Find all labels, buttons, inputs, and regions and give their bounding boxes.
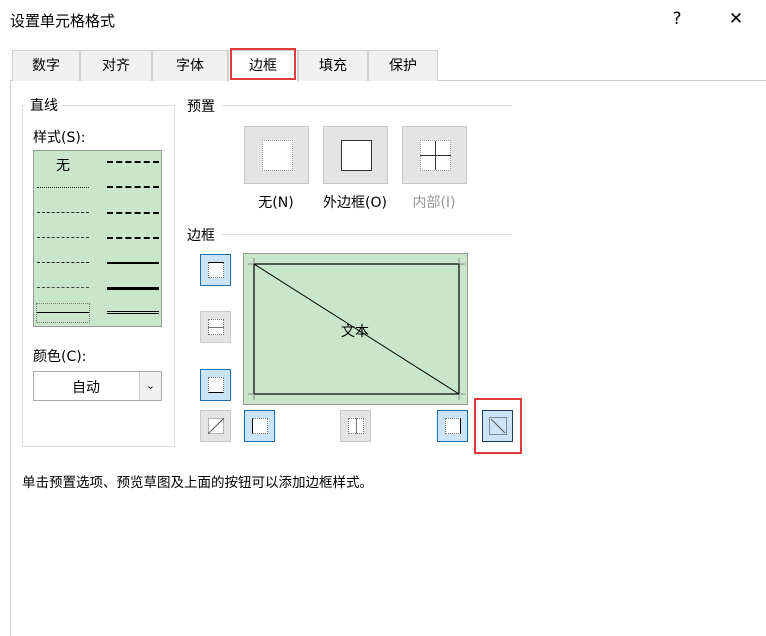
help-text: 单击预置选项、预览草图及上面的按钮可以添加边框样式。 xyxy=(22,475,373,491)
border-right-icon xyxy=(445,418,461,434)
style-label: 样式(S): xyxy=(33,130,86,146)
line-group-label: 直线 xyxy=(26,95,62,115)
border-middle-horizontal-button[interactable] xyxy=(200,311,231,343)
border-preview[interactable]: 文本 xyxy=(243,253,468,405)
border-inside-vertical-icon xyxy=(348,418,364,434)
border-bottom-button[interactable] xyxy=(200,369,231,401)
tab-alignment[interactable]: 对齐 xyxy=(80,50,152,81)
tab-fill[interactable]: 填充 xyxy=(298,50,368,81)
line-style-list[interactable]: 无 xyxy=(33,150,162,327)
border-top-icon xyxy=(208,262,224,278)
color-value: 自动 xyxy=(72,380,100,396)
highlight-box xyxy=(230,48,296,80)
preset-inside-button[interactable] xyxy=(402,126,467,184)
preset-outline-button[interactable] xyxy=(323,126,388,184)
highlight-box xyxy=(474,398,522,454)
border-bottom-icon xyxy=(208,377,224,393)
border-label: 边框 xyxy=(187,228,215,244)
tab-number[interactable]: 数字 xyxy=(12,50,80,81)
preset-none-button[interactable] xyxy=(244,126,309,184)
border-top-button[interactable] xyxy=(200,254,231,286)
border-inside-horizontal-icon xyxy=(208,319,224,335)
divider xyxy=(222,105,512,106)
border-right-button[interactable] xyxy=(437,410,468,442)
tab-protection[interactable]: 保护 xyxy=(368,50,438,81)
divider xyxy=(222,234,512,235)
presets-label: 预置 xyxy=(187,99,215,115)
tab-font[interactable]: 字体 xyxy=(152,50,228,81)
outline-border-icon xyxy=(341,140,372,171)
selected-style xyxy=(36,303,90,323)
close-button[interactable]: ✕ xyxy=(721,6,751,32)
border-left-icon xyxy=(252,418,268,434)
line-style-none[interactable]: 无 xyxy=(56,155,70,175)
window-title: 设置单元格格式 xyxy=(10,12,116,30)
no-border-icon xyxy=(262,140,293,171)
preview-text: 文本 xyxy=(341,324,369,340)
border-left-button[interactable] xyxy=(244,410,275,442)
diagonal-up-button[interactable] xyxy=(200,410,231,442)
preset-none-label: 无(N) xyxy=(258,195,294,211)
preset-inside-label: 内部(I) xyxy=(412,195,456,211)
color-label: 颜色(C): xyxy=(33,349,87,365)
diagonal-up-icon xyxy=(208,418,224,434)
preset-outline-label: 外边框(O) xyxy=(323,195,387,211)
border-middle-vertical-button[interactable] xyxy=(340,410,371,442)
chevron-down-icon[interactable]: ⌄ xyxy=(139,372,161,400)
inside-border-icon xyxy=(420,140,451,171)
help-button[interactable]: ? xyxy=(662,6,692,32)
color-select[interactable]: 自动 ⌄ xyxy=(33,371,162,401)
title-bar: 设置单元格格式 ? ✕ xyxy=(0,0,766,38)
